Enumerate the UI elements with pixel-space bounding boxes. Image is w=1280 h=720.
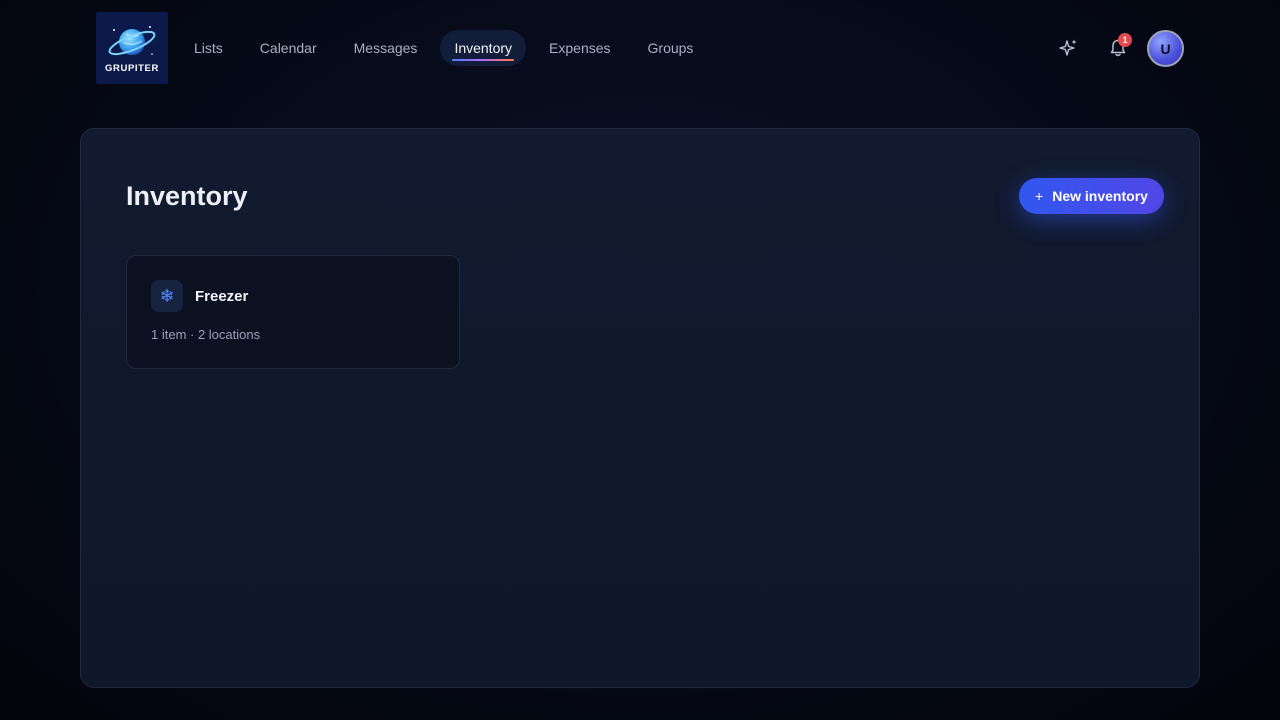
user-avatar[interactable]: U [1147, 30, 1184, 67]
brand-name: GRUPITER [105, 63, 159, 74]
plus-icon: + [1035, 188, 1044, 204]
inventory-name: Freezer [195, 288, 249, 305]
new-inventory-label: New inventory [1052, 188, 1148, 204]
inventory-panel: Inventory + New inventory ❄ Freezer 1 it… [80, 128, 1200, 688]
ai-assistant-button[interactable] [1051, 30, 1087, 66]
notifications-button[interactable]: 1 [1100, 30, 1136, 66]
nav-item-lists[interactable]: Lists [180, 30, 237, 66]
app-logo[interactable]: GRUPITER [96, 12, 168, 84]
nav-item-groups[interactable]: Groups [634, 30, 708, 66]
sparkle-icon [1059, 39, 1077, 56]
nav-item-inventory[interactable]: Inventory [440, 30, 527, 66]
inventory-card[interactable]: ❄ Freezer 1 item · 2 locations [126, 255, 460, 369]
page-title: Inventory [126, 181, 248, 211]
main-nav: Lists Calendar Messages Inventory Expens… [180, 30, 716, 66]
inventory-meta: 1 item · 2 locations [151, 327, 261, 342]
snowflake-icon: ❄ [151, 280, 183, 312]
nav-item-messages[interactable]: Messages [340, 30, 432, 66]
nav-item-expenses[interactable]: Expenses [535, 30, 624, 66]
nav-item-calendar[interactable]: Calendar [246, 30, 331, 66]
new-inventory-button[interactable]: + New inventory [1019, 178, 1164, 214]
notification-badge: 1 [1118, 33, 1132, 47]
planet-icon [108, 26, 156, 56]
top-header: GRUPITER Lists Calendar Messages Invento… [0, 0, 1280, 100]
